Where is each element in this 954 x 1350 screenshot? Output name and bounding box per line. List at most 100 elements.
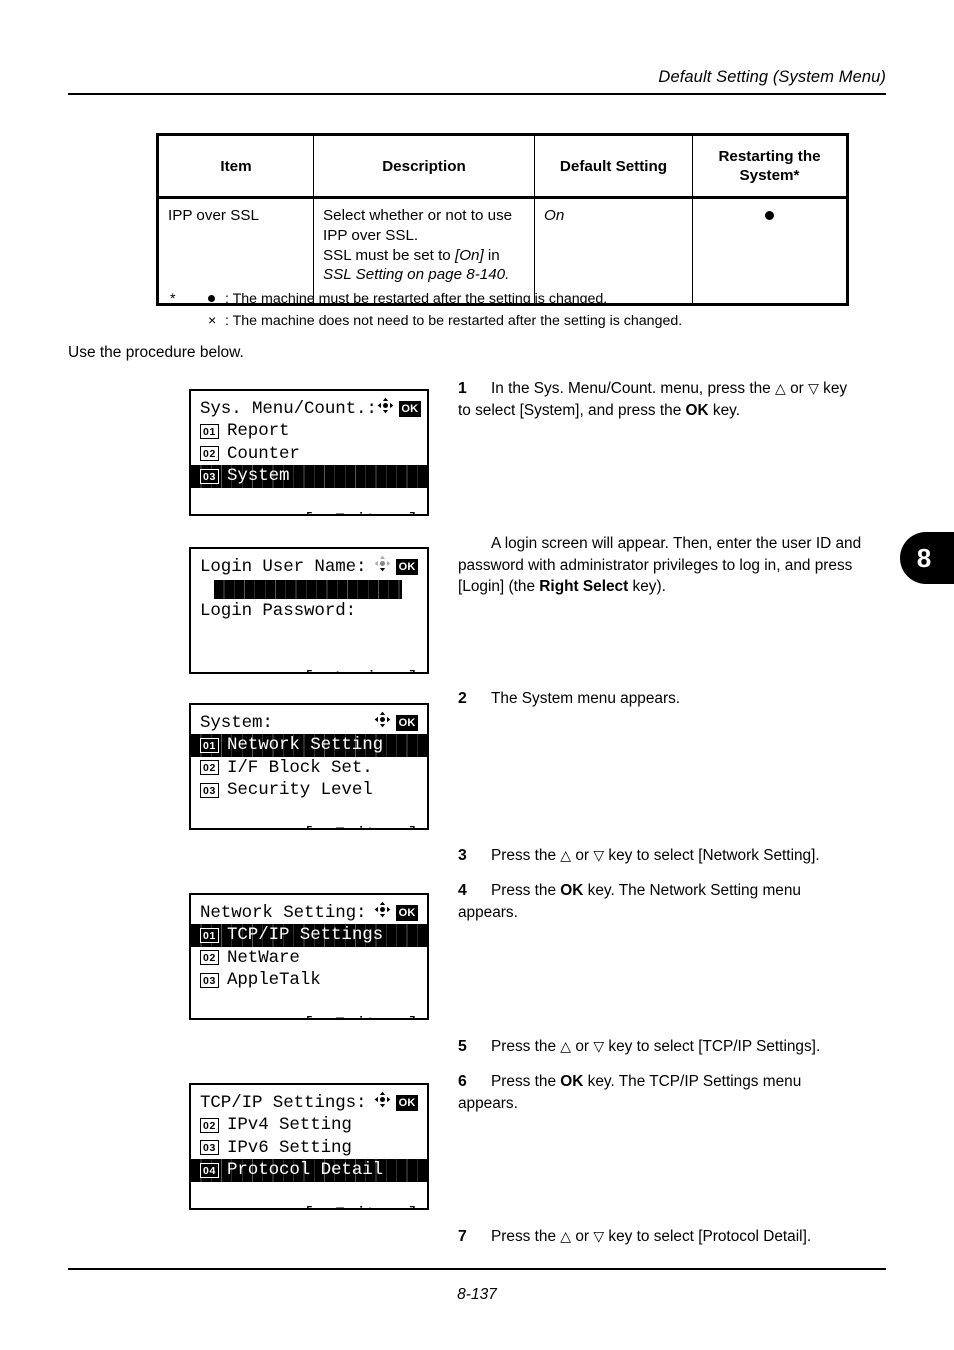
menu-item-label: Report xyxy=(227,421,290,442)
login-user-name-input[interactable] xyxy=(214,579,402,599)
lcd-screen-sys-menu-count: Sys. Menu/Count.: OK 01 Report 02 Counte… xyxy=(189,389,429,516)
menu-item-number: 02 xyxy=(200,1118,219,1134)
procedure-intro-text: Use the procedure below. xyxy=(68,344,244,361)
lcd-menu-item[interactable]: 02 Counter xyxy=(200,443,418,465)
step-text: Press the OK key. The TCP/IP Settings me… xyxy=(458,1073,802,1112)
four-way-arrow-icon xyxy=(374,711,391,735)
menu-item-number: 03 xyxy=(200,782,219,798)
softkey-exit-label: [ Exit ] xyxy=(304,1015,419,1018)
ok-key-icon: OK xyxy=(396,905,418,922)
softkey-exit-label: [ Exit ] xyxy=(304,825,419,828)
lcd-menu-item[interactable]: 03 IPv6 Setting xyxy=(200,1137,418,1159)
step-7: 7 Press the △ or ▽ key to select [Protoc… xyxy=(458,1226,862,1248)
step-text: A login screen will appear. Then, enter … xyxy=(458,535,862,596)
step-number: 3 xyxy=(458,847,467,864)
menu-item-number: 03 xyxy=(200,468,219,484)
softkey-exit-label: [ Exit ] xyxy=(304,511,419,514)
footnote-line-cross: ×: The machine does not need to be resta… xyxy=(208,311,870,333)
four-way-arrow-icon-dimmed xyxy=(374,555,391,579)
menu-item-label: TCP/IP Settings xyxy=(227,925,384,946)
step-number: 6 xyxy=(458,1073,467,1090)
lcd-softkey-row[interactable]: [ Login ] xyxy=(200,645,419,672)
menu-item-number: 03 xyxy=(200,972,219,988)
menu-item-number: 02 xyxy=(200,950,219,966)
lcd-title: TCP/IP Settings: xyxy=(200,1093,367,1113)
menu-item-label: IPv6 Setting xyxy=(227,1137,352,1158)
lcd-softkey-row[interactable]: [ Exit ] xyxy=(200,802,419,828)
menu-item-label: NetWare xyxy=(227,947,300,968)
lcd-title-row: TCP/IP Settings: OK xyxy=(200,1091,418,1115)
ok-key-icon: OK xyxy=(398,401,421,418)
lcd-title: System: xyxy=(200,713,273,733)
lcd-screen-network-setting: Network Setting: OK 01 TCP/IP Settings 0… xyxy=(189,893,429,1020)
step-6: 6 Press the OK key. The TCP/IP Settings … xyxy=(458,1071,862,1114)
step-number: 1 xyxy=(458,380,467,397)
step-text: The System menu appears. xyxy=(491,690,681,707)
description-line-3: SSL must be set to [On] in xyxy=(323,246,500,264)
footnote-line-dot: : The machine must be restarted after th… xyxy=(208,289,870,311)
four-way-arrow-icon xyxy=(374,1091,391,1115)
step-text: Press the △ or ▽ key to select [Network … xyxy=(491,847,820,864)
lcd-menu-item[interactable]: 03 Security Level xyxy=(200,779,418,801)
softkey-exit-label: [ Exit ] xyxy=(304,1205,419,1208)
settings-table: Item Description Default Setting Restart… xyxy=(156,133,849,306)
menu-item-number: 01 xyxy=(200,738,219,754)
lcd-menu-item[interactable]: 03 AppleTalk xyxy=(200,969,418,991)
menu-item-number: 02 xyxy=(200,760,219,776)
lcd-title: Sys. Menu/Count.: xyxy=(200,399,377,419)
step-4: 4 Press the OK key. The Network Setting … xyxy=(458,880,862,923)
lcd-menu-item-selected[interactable]: 01 TCP/IP Settings xyxy=(191,924,427,947)
lcd-menu-item[interactable]: 01 Report xyxy=(200,420,418,442)
lcd-menu-item-selected[interactable]: 04 Protocol Detail xyxy=(191,1159,427,1182)
footnote-star: * xyxy=(170,291,176,307)
lcd-softkey-row[interactable]: [ Exit ] xyxy=(200,488,419,514)
step-login-note: A login screen will appear. Then, enter … xyxy=(458,533,862,598)
footer-rule xyxy=(68,1268,886,1270)
lcd-title-row: Network Setting: OK xyxy=(200,901,418,925)
lcd-menu-item[interactable]: 02 I/F Block Set. xyxy=(200,757,418,779)
table-header-row: Item Description Default Setting Restart… xyxy=(156,133,849,199)
login-password-label: Login Password: xyxy=(200,601,357,622)
menu-item-label: Counter xyxy=(227,443,300,464)
step-text: Press the OK key. The Network Setting me… xyxy=(458,882,801,921)
filled-dot-icon xyxy=(208,289,225,311)
step-number: 7 xyxy=(458,1228,467,1245)
menu-item-label: System xyxy=(227,466,290,487)
lcd-screen-login: Login User Name: OK Login Password: [ Lo… xyxy=(189,547,429,674)
menu-item-number: 01 xyxy=(200,928,219,944)
column-header-default-setting: Default Setting xyxy=(534,133,693,199)
lcd-title: Network Setting: xyxy=(200,903,367,923)
step-text: Press the △ or ▽ key to select [Protocol… xyxy=(491,1228,812,1245)
lcd-menu-item[interactable]: 02 IPv4 Setting xyxy=(200,1114,418,1136)
step-number: 4 xyxy=(458,882,467,899)
lcd-menu-item-selected[interactable]: 03 System xyxy=(191,465,427,488)
step-number: 2 xyxy=(458,690,467,707)
running-header-title: Default Setting (System Menu) xyxy=(658,68,886,86)
four-way-arrow-icon xyxy=(374,901,391,925)
header-rule xyxy=(68,93,886,95)
login-password-label-row: Login Password: xyxy=(200,600,418,622)
description-line-2: IPP over SSL. xyxy=(323,226,419,244)
step-text: In the Sys. Menu/Count. menu, press the … xyxy=(458,380,848,419)
step-text: Press the △ or ▽ key to select [TCP/IP S… xyxy=(491,1038,821,1055)
ok-key-icon: OK xyxy=(396,559,418,576)
step-3: 3 Press the △ or ▽ key to select [Networ… xyxy=(458,845,862,867)
lcd-softkey-row[interactable]: [ Exit ] xyxy=(200,992,419,1018)
character-cell-grid xyxy=(214,579,402,599)
menu-item-number: 04 xyxy=(200,1162,219,1178)
lcd-blank-row xyxy=(200,623,418,645)
column-header-restarting-system: Restarting the System* xyxy=(692,133,849,199)
ok-key-icon: OK xyxy=(396,1095,418,1112)
menu-item-label: Protocol Detail xyxy=(227,1160,384,1181)
column-header-description: Description xyxy=(313,133,535,199)
ok-key-icon: OK xyxy=(396,715,418,732)
lcd-menu-item[interactable]: 02 NetWare xyxy=(200,947,418,969)
lcd-screen-system: System: OK 01 Network Setting 02 I/F Blo… xyxy=(189,703,429,830)
lcd-softkey-row[interactable]: [ Exit ] xyxy=(200,1182,419,1208)
description-line-4: SSL Setting on page 8-140. xyxy=(323,266,510,284)
menu-item-label: AppleTalk xyxy=(227,970,321,991)
lcd-menu-item-selected[interactable]: 01 Network Setting xyxy=(191,734,427,757)
menu-item-number: 03 xyxy=(200,1140,219,1156)
lcd-title-row: Login User Name: OK xyxy=(200,555,418,579)
step-number: 5 xyxy=(458,1038,467,1055)
